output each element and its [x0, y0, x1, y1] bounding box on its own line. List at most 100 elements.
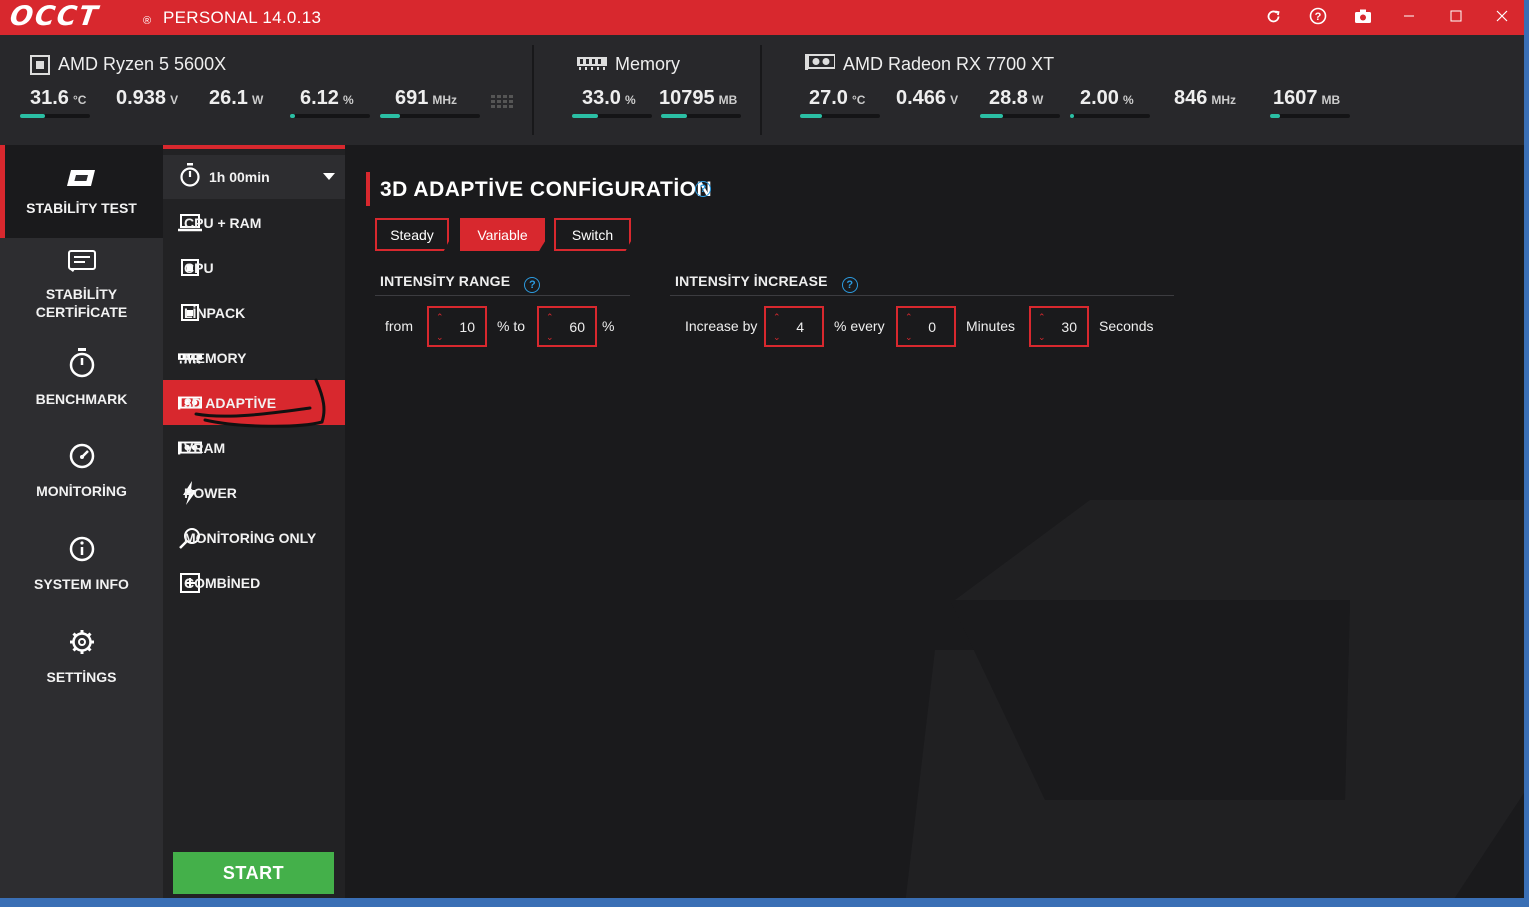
occt-logo: OCCT: [7, 1, 102, 32]
test-item-label: VRAM: [184, 439, 226, 456]
help-icon[interactable]: ?: [1305, 4, 1331, 28]
spinbox-value: 4: [796, 319, 804, 335]
gpu-name: AMD Radeon RX 7700 XT: [843, 54, 1055, 74]
help-icon[interactable]: ?: [524, 277, 541, 293]
memory-icon: [577, 54, 607, 75]
chevron-up-icon[interactable]: ⌃: [436, 313, 444, 322]
mode-button-steady[interactable]: Steady: [375, 218, 449, 251]
divider: [375, 295, 630, 296]
sidebar-item-stability-test[interactable]: STABİLİTY TEST: [0, 145, 163, 238]
minutes-spinbox[interactable]: ⌃ ⌄ 0: [896, 306, 956, 347]
test-item-vram[interactable]: VRAM: [163, 425, 345, 470]
from-spinbox[interactable]: ⌃ ⌄ 10: [427, 306, 487, 347]
gpu-title: AMD Radeon RX 7700 XT: [805, 54, 1054, 75]
chevron-down-icon[interactable]: ⌄: [773, 333, 781, 342]
chevron-up-icon[interactable]: ⌃: [546, 313, 554, 322]
metric-bar: [20, 114, 90, 118]
sidebar-item-settings[interactable]: SETTİNGS: [0, 610, 163, 703]
chevron-up-icon[interactable]: ⌃: [773, 313, 781, 322]
sidebar-item-benchmark[interactable]: BENCHMARK: [0, 331, 163, 424]
memory-name: Memory: [615, 54, 681, 74]
seconds-spinbox[interactable]: ⌃ ⌄ 30: [1029, 306, 1089, 347]
gear-icon: [68, 628, 96, 662]
minutes-label: Minutes: [966, 318, 1016, 334]
gpu-power: 28.8 W: [980, 87, 1060, 118]
metric-value: 10795: [659, 87, 715, 109]
test-item-monitoring-only[interactable]: MONİTORİNG ONLY: [163, 515, 345, 560]
metric-value: 0.466: [896, 87, 947, 109]
to-spinbox[interactable]: ⌃ ⌄ 60: [537, 306, 597, 347]
test-item-label: LİNPACK: [184, 304, 246, 321]
test-item-linpack[interactable]: LİNPACK: [163, 290, 345, 335]
gpu-icon: [805, 54, 836, 75]
intensity-increase-title: INTENSİTY İNCREASE ?: [675, 273, 858, 293]
start-button[interactable]: START: [173, 852, 334, 894]
intensity-range-title: INTENSİTY RANGE ?: [380, 273, 541, 293]
camera-icon[interactable]: [1350, 4, 1376, 28]
metric-bar-fill: [380, 114, 400, 118]
test-item-memory[interactable]: MEMORY: [163, 335, 345, 380]
chevron-up-icon[interactable]: ⌃: [905, 313, 913, 322]
occt-watermark: [905, 500, 1524, 898]
metric-unit: MB: [718, 93, 738, 107]
chevron-down-icon[interactable]: ⌄: [905, 333, 913, 342]
percent-label: %: [602, 318, 615, 334]
metric-unit: %: [624, 93, 636, 107]
group-title-text: INTENSİTY İNCREASE: [675, 273, 828, 289]
every-label: % every: [834, 318, 885, 334]
minimize-icon[interactable]: [1396, 4, 1422, 28]
maximize-icon[interactable]: [1443, 4, 1469, 28]
metric-bar: [380, 114, 480, 118]
metric-unit: MHz: [1211, 93, 1237, 107]
metric-value: 33.0: [582, 87, 621, 109]
certificate-icon: [67, 249, 97, 279]
metric-value: 28.8: [989, 87, 1028, 109]
sidebar-item-label: SYSTEM INFO: [34, 575, 129, 592]
metric-bar-fill: [980, 114, 1004, 118]
sidebar-item-monitoring[interactable]: MONİTORİNG: [0, 424, 163, 517]
test-item-label: CPU + RAM: [184, 214, 262, 231]
test-list-panel: 1h 00min CPU + RAM CPU LİNPACK MEMORY 3D…: [163, 145, 345, 898]
test-item-label: POWER: [184, 484, 237, 501]
chevron-up-icon[interactable]: ⌃: [1038, 313, 1046, 322]
memory-usage-percent: 33.0%: [572, 87, 652, 118]
divider: [670, 295, 1174, 296]
occt-window: OCCT ® PERSONAL 14.0.13 ? AMD Ryzen 5 56…: [0, 0, 1524, 898]
cpu-name: AMD Ryzen 5 5600X: [58, 54, 227, 74]
test-item-3d-adaptive[interactable]: 3D ADAPTİVE: [163, 380, 345, 425]
close-icon[interactable]: [1489, 4, 1515, 28]
grid-icon[interactable]: [491, 94, 513, 110]
duration-dropdown[interactable]: 1h 00min: [163, 155, 345, 199]
cpu-title: AMD Ryzen 5 5600X: [30, 54, 226, 75]
increase-by-label: Increase by: [685, 318, 758, 334]
test-item-label: MONİTORİNG ONLY: [184, 529, 317, 546]
metric-bar-fill: [20, 114, 45, 118]
chevron-down-icon[interactable]: ⌄: [1038, 333, 1046, 342]
test-item-cpu[interactable]: CPU: [163, 245, 345, 290]
chevron-down-icon[interactable]: ⌄: [546, 333, 554, 342]
sidebar-item-label: STABİLİTY TEST: [26, 199, 137, 216]
refresh-icon[interactable]: [1260, 4, 1286, 28]
help-icon[interactable]: ?: [695, 181, 711, 197]
test-item-cpu-ram[interactable]: CPU + RAM: [163, 200, 345, 245]
help-icon[interactable]: ?: [841, 277, 858, 293]
metric-unit: MHz: [432, 93, 458, 107]
spinbox-value: 10: [459, 319, 475, 335]
gpu-vram-used: 1607 MB: [1270, 87, 1350, 118]
mode-button-variable[interactable]: Variable: [460, 218, 545, 251]
metric-bar-fill: [800, 114, 822, 118]
increase-spinbox[interactable]: ⌃ ⌄ 4: [764, 306, 824, 347]
metric-unit: V: [950, 93, 959, 107]
metric-value: 691: [395, 87, 429, 109]
title-bar: OCCT ® PERSONAL 14.0.13 ?: [0, 0, 1524, 35]
sidebar-item-system-info[interactable]: SYSTEM INFO: [0, 517, 163, 610]
memory-used: 10795 MB: [659, 87, 741, 118]
metric-unit: V: [170, 93, 179, 107]
test-item-combined[interactable]: COMBİNED: [163, 560, 345, 605]
mode-button-switch[interactable]: Switch: [554, 218, 631, 251]
chevron-down-icon[interactable]: ⌄: [436, 333, 444, 342]
sidebar-item-stability-certificate[interactable]: STABİLİTY CERTİFİCATE: [0, 238, 163, 331]
metric-bar: [980, 114, 1060, 118]
sidebar-item-label: BENCHMARK: [35, 390, 128, 407]
test-item-power[interactable]: POWER: [163, 470, 345, 515]
